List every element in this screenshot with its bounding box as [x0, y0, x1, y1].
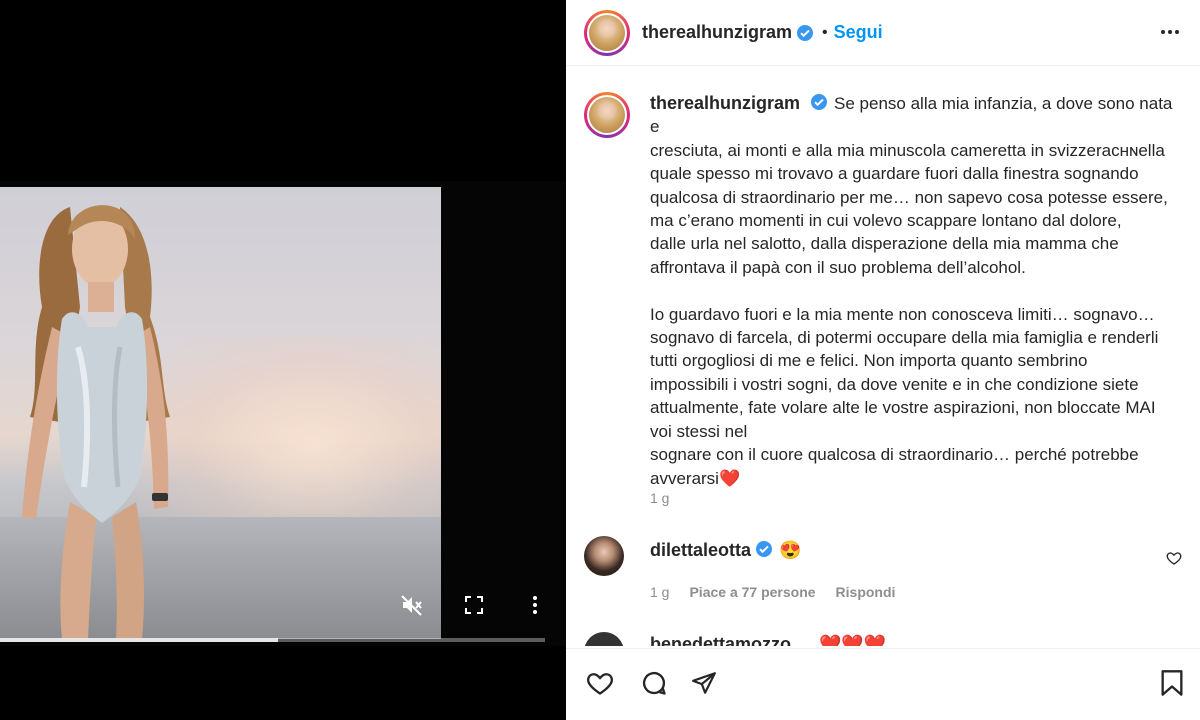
comment-body: ❤️❤️❤️: [819, 634, 887, 646]
caption-line: avverarsi: [650, 468, 719, 488]
comment-like-button[interactable]: [1166, 550, 1182, 571]
reply-button[interactable]: Rispondi: [836, 584, 896, 600]
caption-line: dalle urla nel salotto, dalla disperazio…: [650, 234, 1119, 254]
media-pane: [0, 0, 566, 720]
volume-muted-icon: [401, 595, 422, 616]
separator-dot: •: [822, 23, 828, 41]
follow-button[interactable]: Segui: [834, 22, 883, 43]
caption-line: tutti orgogliosi di me e felici. Non imp…: [650, 351, 1088, 371]
share-icon: [692, 672, 716, 694]
author-avatar[interactable]: [584, 9, 630, 56]
caption-line: attualmente, fate volare alte le vostre …: [650, 398, 1156, 418]
comment-text: dilettaleotta 😍: [650, 540, 801, 561]
video-more-button[interactable]: [521, 591, 549, 619]
post-details-panel: therealhunzigram • Segui therealhunzigra…: [566, 0, 1200, 720]
save-button[interactable]: [1156, 667, 1188, 699]
commenter-username[interactable]: dilettaleotta: [650, 540, 751, 560]
commenter-avatar[interactable]: [584, 632, 624, 646]
post-actions-bar: [566, 648, 1200, 720]
caption-author-username[interactable]: therealhunzigram: [650, 93, 800, 113]
video-progress-bar[interactable]: [0, 638, 545, 642]
fullscreen-icon: [465, 596, 483, 614]
comment-icon: [642, 672, 666, 695]
caption-line: affrontava il papà con il suo problema d…: [650, 257, 1026, 277]
caption-line: sognavo di farcela, di potermi occupare …: [650, 328, 1159, 348]
author-username[interactable]: therealhunzigram: [642, 22, 792, 43]
caption-line: sognare con il cuore qualcosa di straord…: [650, 445, 1139, 465]
commenter-avatar[interactable]: [584, 536, 624, 576]
more-options-icon: [1161, 30, 1179, 34]
heart-icon: [1166, 552, 1182, 565]
caption-author-avatar[interactable]: [584, 92, 630, 138]
video-player[interactable]: [0, 181, 566, 646]
verified-badge-icon: [797, 24, 814, 41]
post-caption: therealhunzigram Se penso alla mia infan…: [584, 92, 1184, 490]
instagram-post-modal: therealhunzigram • Segui therealhunzigra…: [0, 0, 1200, 720]
caption-timestamp[interactable]: 1 g: [650, 490, 669, 506]
video-progress-fill: [0, 638, 278, 642]
share-button[interactable]: [688, 667, 720, 699]
caption-line: ma c’erano momenti in cui volevo scappar…: [650, 211, 1122, 231]
comment-likes[interactable]: Piace a 77 persone: [689, 584, 815, 600]
verified-badge-icon: [811, 94, 828, 110]
comment-text: benedettamozzo ❤️❤️❤️: [650, 634, 886, 646]
more-options-button[interactable]: [1158, 20, 1182, 49]
comment-meta: 1 g Piace a 77 persone Rispondi: [650, 584, 895, 600]
mute-button[interactable]: [398, 591, 426, 619]
runway-model-image: [22, 205, 170, 639]
comment-body: 😍: [779, 540, 802, 560]
bookmark-icon: [1161, 670, 1183, 696]
caption-line: quale spesso mi trovavo a guardare fuori…: [650, 164, 1139, 184]
verified-badge-icon: [756, 541, 773, 557]
red-heart-emoji: ❤️: [718, 468, 741, 488]
video-more-icon: [533, 596, 537, 614]
caption-line: Io guardavo fuori e la mia mente non con…: [650, 304, 1155, 324]
like-button[interactable]: [584, 667, 616, 699]
heart-icon: [587, 673, 613, 695]
caption-line: impossibili i vostri sogni, da dove veni…: [650, 374, 1139, 394]
caption-line: voi stessi nel: [650, 421, 748, 441]
fullscreen-button[interactable]: [460, 591, 488, 619]
comment-button[interactable]: [638, 667, 670, 699]
commenter-username[interactable]: benedettamozzo: [650, 634, 791, 646]
comment-item: benedettamozzo ❤️❤️❤️: [584, 632, 1184, 646]
comment-timestamp[interactable]: 1 g: [650, 584, 669, 600]
caption-line: qualcosa di straordinario per me… non sa…: [650, 187, 1168, 207]
caption-line: cresciuta, ai monti e alla mia minuscola…: [650, 140, 1165, 160]
caption-text: therealhunzigram Se penso alla mia infan…: [650, 92, 1184, 490]
video-frame-image: [0, 187, 441, 639]
post-header: therealhunzigram • Segui: [566, 0, 1200, 66]
